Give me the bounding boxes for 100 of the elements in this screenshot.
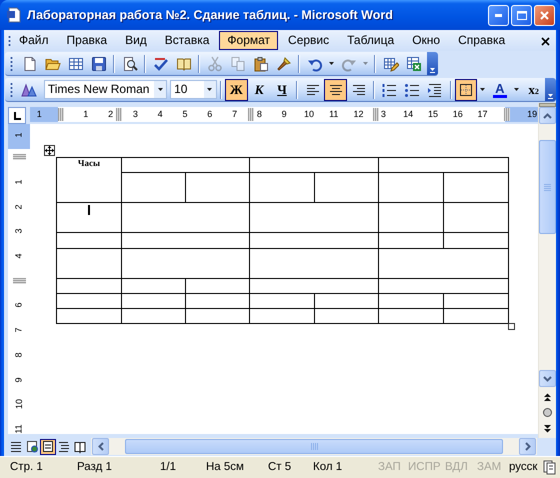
view-button[interactable] bbox=[72, 439, 88, 455]
minimize-button[interactable] bbox=[488, 4, 509, 26]
ruler-number: 2 bbox=[108, 108, 114, 121]
ruler-number: 9 bbox=[282, 108, 287, 121]
ruler-number: 14 bbox=[403, 108, 414, 121]
ruler-number: 7 bbox=[232, 108, 238, 121]
scroll-down-button[interactable] bbox=[539, 370, 556, 387]
chevron-down-icon bbox=[543, 376, 552, 382]
format-button[interactable]: Ж bbox=[224, 78, 248, 100]
double-up-icon bbox=[544, 392, 551, 400]
minimize-icon bbox=[495, 14, 502, 16]
menu-item[interactable]: Вставка bbox=[156, 31, 218, 50]
menu-item[interactable]: Сервис bbox=[280, 31, 338, 50]
ruler-number: 5 bbox=[182, 108, 188, 121]
chevron-icon bbox=[548, 94, 554, 98]
caret-icon bbox=[207, 88, 212, 91]
status-text: 1/1 bbox=[160, 460, 177, 475]
chevron-icon bbox=[430, 68, 435, 72]
ruler-number: 16 bbox=[452, 108, 463, 121]
menu-item[interactable]: Таблица bbox=[339, 31, 402, 50]
table-cell: Часы bbox=[56, 158, 122, 202]
caret-icon bbox=[329, 62, 334, 65]
view-button[interactable] bbox=[24, 439, 40, 455]
scroll-right-button[interactable] bbox=[519, 438, 536, 455]
menu-item[interactable]: Формат bbox=[219, 31, 278, 50]
ruler-number: 1 bbox=[14, 180, 24, 185]
ruler-number: 15 bbox=[428, 108, 438, 121]
double-down-icon bbox=[544, 424, 551, 432]
spreadsheet-icon bbox=[406, 56, 422, 72]
menu-item[interactable]: Файл bbox=[11, 31, 57, 50]
column-marker[interactable] bbox=[373, 108, 379, 121]
column-marker[interactable] bbox=[504, 108, 510, 121]
ruler-number: 3 bbox=[132, 108, 138, 121]
format-button[interactable]: A bbox=[488, 78, 512, 100]
font-name-dropdown[interactable]: Times New Roman bbox=[44, 80, 168, 99]
move-icon bbox=[45, 146, 54, 155]
maximize-icon bbox=[516, 10, 527, 20]
ruler-number: 6 bbox=[207, 108, 212, 121]
status-text: ИСПР bbox=[408, 460, 442, 475]
ruler-number: 17 bbox=[478, 108, 488, 121]
row-marker[interactable] bbox=[12, 154, 26, 160]
chevron-left-icon bbox=[98, 442, 104, 451]
ruler-number: 8 bbox=[14, 352, 24, 358]
view-button[interactable] bbox=[8, 439, 24, 455]
ruler-number: 11 bbox=[329, 108, 338, 121]
ruler-number: 2 bbox=[14, 204, 24, 210]
window-title: Лабораторная работа №2. Сдание таблиц. - Microsoft Word bbox=[27, 8, 393, 22]
scroll-thumb[interactable] bbox=[539, 140, 556, 234]
book-icon bbox=[176, 56, 192, 72]
outline-icon bbox=[58, 440, 70, 454]
tab-selector-button[interactable] bbox=[8, 107, 26, 124]
close-button[interactable] bbox=[534, 4, 555, 26]
grip-icon bbox=[10, 54, 13, 72]
menu-item[interactable]: Правка bbox=[58, 31, 116, 50]
maximize-button[interactable] bbox=[511, 4, 532, 26]
status-text: Стр. 1 bbox=[10, 460, 44, 475]
font-size-dropdown[interactable]: 10 bbox=[170, 80, 217, 99]
format-button[interactable]: К bbox=[248, 78, 271, 100]
page-icon bbox=[42, 440, 54, 454]
menu-item[interactable]: Справка bbox=[450, 31, 514, 50]
print-preview-icon bbox=[122, 56, 138, 72]
scroll-left-button[interactable] bbox=[92, 438, 109, 455]
scroll-up-button[interactable] bbox=[539, 107, 556, 124]
format-button[interactable]: Ч bbox=[270, 78, 294, 100]
borders-icon bbox=[458, 82, 474, 98]
scroll-thumb[interactable] bbox=[125, 439, 503, 454]
spelling-status-icon bbox=[542, 459, 556, 475]
styles-icon bbox=[21, 82, 38, 98]
toolbar-options-button[interactable] bbox=[545, 78, 556, 101]
grip-icon bbox=[8, 34, 11, 46]
toolbar-button[interactable] bbox=[454, 78, 478, 100]
ruler-number: 7 bbox=[14, 328, 24, 333]
numbered-list-icon bbox=[381, 82, 398, 98]
status-text: ЗАП bbox=[378, 460, 402, 475]
status-text: Ст 5 bbox=[268, 460, 292, 475]
menu-item[interactable]: Окно bbox=[404, 31, 448, 50]
close-icon bbox=[539, 10, 550, 20]
caret-icon bbox=[363, 62, 368, 65]
split-handle[interactable] bbox=[539, 103, 556, 107]
grid-icon bbox=[68, 56, 84, 72]
view-button[interactable] bbox=[56, 439, 72, 455]
table-resize-handle[interactable] bbox=[508, 323, 515, 330]
table-move-handle[interactable] bbox=[44, 145, 55, 156]
toolbar-button[interactable] bbox=[324, 78, 348, 100]
column-marker[interactable] bbox=[58, 108, 64, 121]
menu-item[interactable]: Вид bbox=[117, 31, 155, 50]
toolbar-options-button[interactable] bbox=[427, 52, 438, 75]
ruler-number: 10 bbox=[304, 108, 314, 121]
chevron-right-icon bbox=[524, 442, 530, 451]
ruler-number: 4 bbox=[14, 254, 24, 259]
ruler-number: 8 bbox=[256, 108, 262, 121]
row-marker[interactable] bbox=[12, 278, 26, 284]
column-marker[interactable] bbox=[116, 108, 122, 121]
tab-stop-icon bbox=[12, 111, 22, 120]
scissors-icon bbox=[206, 56, 222, 72]
view-button[interactable] bbox=[40, 439, 56, 455]
table-pencil-icon bbox=[382, 56, 398, 72]
column-marker[interactable] bbox=[248, 108, 254, 121]
open-book-icon bbox=[74, 440, 86, 454]
grip-icon bbox=[10, 80, 13, 98]
